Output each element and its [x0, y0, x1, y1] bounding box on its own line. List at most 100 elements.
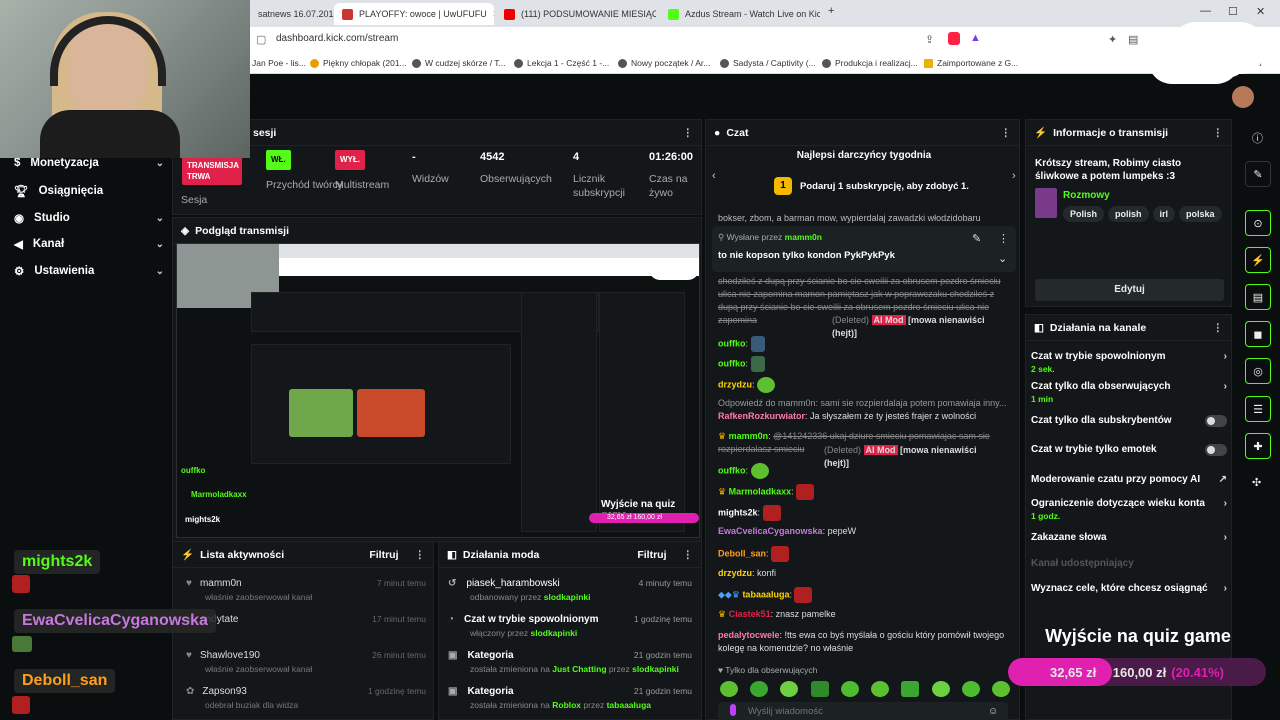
- filter-button[interactable]: Filtruj: [637, 549, 666, 561]
- category-link[interactable]: Rozmowy: [1063, 190, 1110, 201]
- filter-button[interactable]: Filtruj: [369, 549, 398, 561]
- browser-tab[interactable]: satnews 16.07.2016: [250, 3, 335, 25]
- mod-user[interactable]: slodkapinki: [530, 628, 577, 638]
- emoji-icon[interactable]: ☺: [988, 706, 998, 717]
- bookmark-folder[interactable]: Zaimportowane z G...: [924, 58, 1018, 68]
- sidebar-item-ustawienia[interactable]: ⚙ Ustawienia ⌄: [14, 264, 164, 278]
- brave-shield-icon[interactable]: [948, 32, 960, 45]
- chevron-right-icon[interactable]: ›: [1012, 170, 1016, 182]
- tag[interactable]: irl: [1152, 206, 1176, 222]
- browser-tab-active[interactable]: PLAYOFFY: owoce | UwUFUFU ×: [334, 3, 494, 25]
- chevron-down-icon[interactable]: ⌄: [998, 252, 1007, 265]
- edit-rail-button[interactable]: ✎: [1245, 161, 1271, 187]
- more-icon[interactable]: ⋮: [1213, 322, 1224, 334]
- sidebar-item-osiagniecia[interactable]: 🏆︎ Osiągnięcia: [14, 184, 164, 198]
- chat-username[interactable]: RafkenRozkurwiator: [718, 411, 805, 421]
- emote-icon[interactable]: [901, 681, 920, 697]
- bookmark[interactable]: Nowy początek / Ar...: [618, 58, 710, 68]
- rail-button-6[interactable]: ☰: [1245, 396, 1271, 422]
- sidebar-item-monetyzacja[interactable]: $ Monetyzacja ⌄: [14, 157, 164, 169]
- goals-option[interactable]: Wyznacz cele, które chcesz osiągnąć ›: [1031, 583, 1227, 594]
- emote-icon[interactable]: [810, 681, 829, 697]
- emote-icon[interactable]: [931, 681, 950, 697]
- subs-only-toggle[interactable]: [1205, 415, 1227, 427]
- bookmark[interactable]: Jan Poe - lis...: [252, 58, 306, 68]
- tag[interactable]: Polish: [1063, 206, 1105, 222]
- sidebar-item-kanal[interactable]: ◀ Kanał ⌄: [14, 237, 164, 251]
- mod-user[interactable]: slodkapinki: [544, 592, 591, 602]
- browser-tab[interactable]: Azdus Stream - Watch Live on Kick: [660, 3, 820, 25]
- rewards-icon[interactable]: ▲: [970, 32, 981, 44]
- mod-user[interactable]: tabaaaluga: [607, 700, 651, 710]
- info-icon[interactable]: ⓘ: [1252, 130, 1263, 146]
- more-rail-icon[interactable]: ✣: [1252, 476, 1261, 489]
- rail-button-7[interactable]: ✚: [1245, 433, 1271, 459]
- emote-icon[interactable]: [780, 681, 799, 697]
- sidebar-item-studio[interactable]: ◉ Studio ⌄: [14, 211, 164, 225]
- maximize-icon[interactable]: ☐: [1228, 5, 1238, 18]
- rail-button-3[interactable]: ▤: [1245, 284, 1271, 310]
- chat-username[interactable]: ouffko: [718, 338, 746, 348]
- extensions-icon[interactable]: ✦: [1108, 33, 1117, 46]
- emote-icon[interactable]: [720, 681, 738, 697]
- mod-category[interactable]: Just Chatting: [552, 664, 606, 674]
- stream-preview[interactable]: ouffko Marmoladkaxx mights2k Wyjście na …: [176, 243, 700, 538]
- rail-button-1[interactable]: ⊙: [1245, 210, 1271, 236]
- bookmark[interactable]: Produkcja i realizacj...: [822, 58, 918, 68]
- chat-username[interactable]: EwaCvelicaCyganowska: [718, 526, 823, 536]
- bookmark[interactable]: W cudzej skórze / T...: [412, 58, 506, 68]
- chat-username[interactable]: mamm0n: [729, 431, 769, 441]
- bookmark[interactable]: Sadysta / Captivity (...: [720, 58, 816, 68]
- close-window-icon[interactable]: ✕: [1256, 5, 1265, 18]
- slow-mode-option[interactable]: Czat w trybie spowolnionym 2 sek. ›: [1031, 351, 1227, 374]
- rail-button-4[interactable]: ◼: [1245, 321, 1271, 347]
- pinned-user[interactable]: mamm0n: [785, 232, 822, 242]
- emote-only-toggle[interactable]: [1205, 444, 1227, 456]
- chat-username[interactable]: Ciastek51: [729, 609, 771, 619]
- pin-toggle-icon[interactable]: ✎: [972, 232, 981, 245]
- chat-username[interactable]: ouffko: [718, 358, 746, 368]
- more-icon[interactable]: ⋮: [998, 232, 1009, 245]
- sidebar-icon[interactable]: ▤: [1128, 33, 1138, 46]
- edit-button[interactable]: Edytuj: [1035, 279, 1224, 301]
- tag[interactable]: polish: [1108, 206, 1149, 222]
- more-icon[interactable]: ⋮: [1001, 127, 1012, 139]
- emote-icon[interactable]: [871, 681, 890, 697]
- minimize-icon[interactable]: —: [1200, 5, 1211, 17]
- mod-category[interactable]: Roblox: [552, 700, 581, 710]
- browser-tab[interactable]: (111) PODSUMOWANIE MIESIĄCA! X: [496, 3, 656, 25]
- chat-input[interactable]: [748, 704, 978, 718]
- chat-username[interactable]: tabaaaluga: [742, 589, 789, 599]
- rail-button-2[interactable]: ⚡: [1245, 247, 1271, 273]
- ai-moderation-option[interactable]: Moderowanie czatu przy pomocy AI ↗: [1031, 474, 1227, 485]
- chat-username[interactable]: drzydzu: [718, 568, 752, 578]
- account-age-option[interactable]: Ograniczenie dotyczące wieku konta 1 godz…: [1031, 498, 1227, 521]
- chat-username[interactable]: drzydzu: [718, 379, 752, 389]
- bookmark[interactable]: Lekcja 1 - Część 1 -...: [514, 58, 609, 68]
- chat-username[interactable]: ouffko: [718, 465, 746, 475]
- avatar[interactable]: [1232, 86, 1254, 108]
- close-tab-icon[interactable]: ×: [493, 9, 494, 20]
- chat-username[interactable]: Marmoladkaxx: [729, 486, 792, 496]
- more-icon[interactable]: ⋮: [683, 549, 694, 561]
- emote-icon[interactable]: [961, 681, 980, 697]
- url-input[interactable]: dashboard.kick.com/stream: [276, 33, 398, 44]
- chat-username[interactable]: pedalytocwele: [718, 630, 780, 640]
- rail-button-5[interactable]: ◎: [1245, 358, 1271, 384]
- followers-only-option[interactable]: Czat tylko dla obserwujących 1 min ›: [1031, 381, 1227, 404]
- more-icon[interactable]: ⋮: [1213, 127, 1224, 139]
- emote-icon[interactable]: [750, 681, 769, 697]
- reply-reference[interactable]: Odpowiedź do mamm0n: sami sie rozpierdal…: [718, 397, 1008, 410]
- chevron-left-icon[interactable]: ‹: [712, 170, 716, 182]
- more-icon[interactable]: ⋮: [415, 549, 426, 561]
- tag[interactable]: polska: [1179, 206, 1222, 222]
- emote-icon[interactable]: [840, 681, 859, 697]
- top-donors-cta[interactable]: Podaruj 1 subskrypcję, aby zdobyć 1.: [800, 181, 969, 192]
- more-icon[interactable]: ⋮: [683, 127, 694, 139]
- new-tab-button[interactable]: +: [828, 5, 834, 17]
- banned-words-option[interactable]: Zakazane słowa ›: [1031, 532, 1227, 543]
- chat-username[interactable]: Deboll_san: [718, 548, 766, 558]
- chat-username[interactable]: mights2k: [718, 507, 758, 517]
- mod-user[interactable]: slodkapinki: [632, 664, 679, 674]
- share-icon[interactable]: ⇪: [925, 33, 934, 46]
